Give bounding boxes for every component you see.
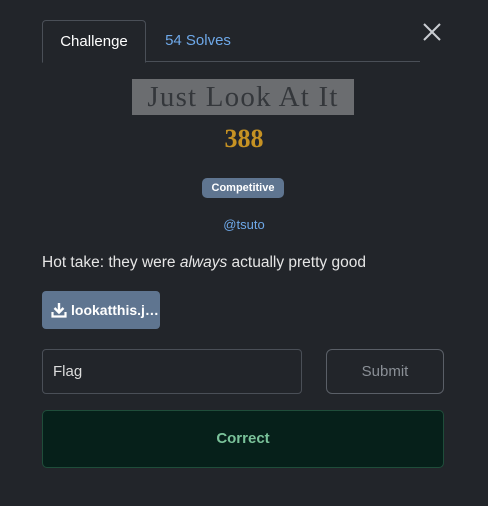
author-link[interactable]: @tsuto	[0, 217, 488, 232]
close-icon	[423, 23, 441, 41]
tab-solves[interactable]: 54 Solves	[158, 20, 238, 62]
tab-challenge[interactable]: Challenge	[42, 20, 146, 63]
download-file-button[interactable]: lookatthis.j…	[42, 291, 160, 329]
description-text-start: Hot take: they were	[42, 254, 180, 271]
challenge-description: Hot take: they were always actually pret…	[42, 254, 462, 272]
description-emphasis: always	[179, 254, 228, 271]
challenge-title: Just Look At It	[132, 79, 354, 115]
category-badge: Competitive	[202, 178, 284, 198]
close-button[interactable]	[420, 20, 444, 44]
submit-button[interactable]: Submit	[326, 349, 444, 394]
result-correct-banner: Correct	[42, 410, 444, 468]
description-text-end: actually pretty good	[227, 254, 366, 271]
challenge-points: 388	[224, 124, 264, 153]
download-icon	[51, 303, 67, 318]
challenge-modal: Challenge 54 Solves Just Look At It 388 …	[0, 0, 488, 506]
flag-input[interactable]	[42, 349, 302, 394]
file-name-label: lookatthis.j…	[71, 302, 159, 318]
tab-bar: Challenge 54 Solves	[42, 20, 420, 63]
